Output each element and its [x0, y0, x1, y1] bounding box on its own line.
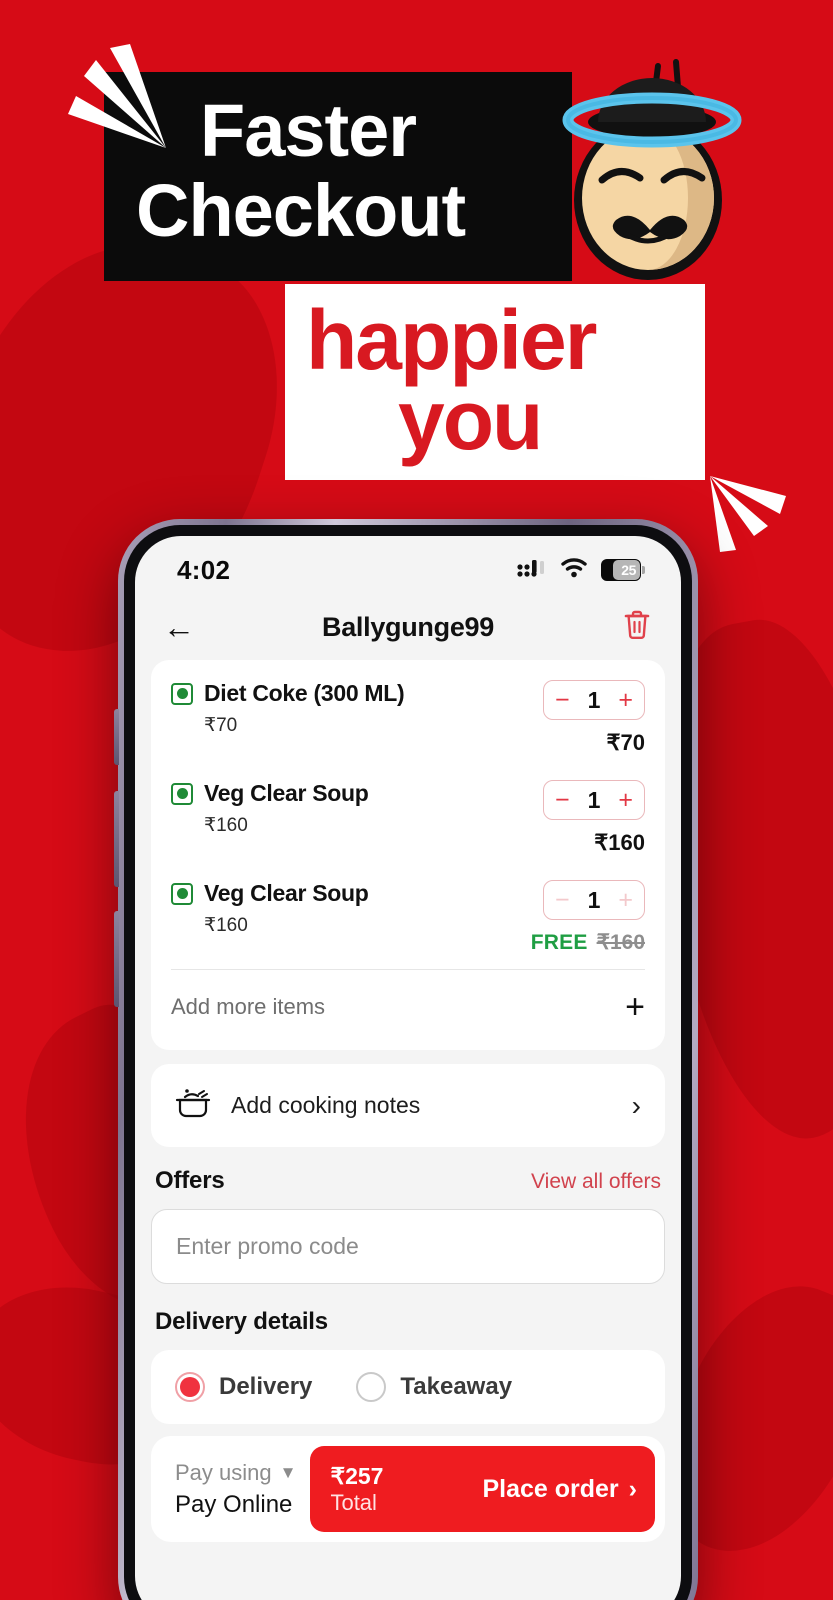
chevron-down-icon[interactable]: ▼: [280, 1464, 297, 1481]
payment-method-selector[interactable]: Pay using ▼ Pay Online: [175, 1460, 296, 1519]
cart-item-struck-price: ₹160: [596, 931, 645, 954]
page-title: Ballygunge99: [322, 611, 494, 642]
veg-indicator-icon: [171, 682, 193, 705]
cart-item-name: Diet Coke (300 ML): [204, 680, 405, 706]
back-arrow-icon[interactable]: ←: [163, 611, 203, 643]
veg-indicator-icon: [171, 882, 193, 905]
delivery-mode-selector: Delivery Takeaway: [151, 1350, 665, 1424]
app-header: ← Ballygunge99: [135, 594, 681, 660]
cart-item: Veg Clear Soup ₹160 − 1 +: [171, 866, 645, 965]
headline-line-2: Checkout: [136, 169, 466, 252]
decrement-button[interactable]: −: [555, 687, 570, 713]
increment-button[interactable]: +: [618, 687, 633, 713]
chef-mascot-icon: [540, 52, 750, 292]
subline-line-2: you: [398, 373, 543, 467]
cart-item-unit-price: ₹70: [204, 715, 238, 736]
phone-mute-switch[interactable]: [114, 709, 119, 765]
phone-screen: 4:02 25 ← Ballygunge99 Diet Coke (300 ML…: [135, 536, 681, 1600]
payment-bar: Pay using ▼ Pay Online ₹257 Total Place …: [151, 1436, 665, 1542]
cart-item: Diet Coke (300 ML) ₹70 − 1 + ₹70: [171, 666, 645, 766]
chevron-right-icon: ›: [628, 1474, 637, 1503]
radio-unselected-icon[interactable]: [356, 1372, 387, 1402]
increment-button: +: [618, 885, 633, 914]
pay-using-label: Pay using: [175, 1459, 272, 1485]
chevron-right-icon[interactable]: ›: [632, 1091, 641, 1120]
wifi-icon: [560, 557, 588, 583]
delivery-details-header: Delivery details: [151, 1302, 665, 1350]
quantity-stepper[interactable]: − 1 +: [543, 780, 645, 820]
status-time: 4:02: [177, 554, 231, 585]
order-total-label: Total: [330, 1489, 377, 1515]
veg-indicator-icon: [171, 782, 193, 805]
promo-creative-canvas: Faster Checkout happier you 4:02 25 ← Ba…: [0, 0, 833, 1600]
burst-svg: [710, 476, 786, 552]
checkout-body: Diet Coke (300 ML) ₹70 − 1 + ₹70 Veg Cle…: [135, 660, 681, 1542]
status-icons: 25: [517, 557, 645, 583]
burst-rays-top-left: [58, 42, 168, 152]
radio-selected-icon[interactable]: [175, 1372, 205, 1402]
cart-card: Diet Coke (300 ML) ₹70 − 1 + ₹70 Veg Cle…: [151, 660, 665, 1050]
phone-volume-up-button[interactable]: [114, 791, 119, 887]
cart-item-unit-price: ₹160: [204, 815, 248, 836]
mascot-svg: [562, 59, 742, 280]
status-bar: 4:02 25: [135, 536, 681, 594]
takeaway-option-label: Takeaway: [400, 1373, 513, 1400]
offers-header: Offers View all offers: [151, 1161, 665, 1209]
plus-icon[interactable]: +: [625, 990, 645, 1024]
cart-item-name: Veg Clear Soup: [204, 780, 369, 806]
promo-code-placeholder: Enter promo code: [176, 1233, 359, 1259]
headline-line-1: Faster: [200, 89, 417, 172]
view-all-offers-link[interactable]: View all offers: [531, 1170, 661, 1194]
burst-svg: [68, 44, 166, 148]
delivery-details-title: Delivery details: [155, 1308, 328, 1335]
quantity-value: 1: [587, 886, 601, 913]
cart-item-unit-price: ₹160: [204, 915, 248, 936]
free-badge: FREE: [530, 931, 588, 954]
quantity-stepper-disabled: − 1 +: [543, 880, 645, 920]
phone-bezel: 4:02 25 ← Ballygunge99 Diet Coke (300 ML…: [124, 525, 692, 1600]
add-more-items-row[interactable]: Add more items +: [171, 970, 645, 1046]
decrement-button: −: [555, 885, 570, 914]
order-total-amount: ₹257: [330, 1463, 384, 1490]
battery-percent-label: 25: [621, 562, 636, 578]
cart-item: Veg Clear Soup ₹160 − 1 +: [171, 766, 645, 866]
battery-tip: [642, 566, 645, 574]
phone-mockup: 4:02 25 ← Ballygunge99 Diet Coke (300 ML…: [114, 519, 698, 1600]
place-order-button[interactable]: ₹257 Total Place order ›: [310, 1446, 655, 1532]
quantity-value: 1: [587, 686, 601, 713]
trash-icon[interactable]: [623, 610, 651, 645]
offers-title: Offers: [155, 1167, 225, 1194]
cart-item-total: ₹160: [594, 830, 645, 855]
cart-item-name: Veg Clear Soup: [204, 880, 369, 906]
cart-item-total: ₹70: [606, 730, 645, 755]
cellular-signal-icon: [517, 558, 547, 583]
battery-icon: 25: [601, 559, 645, 581]
quantity-value: 1: [587, 786, 601, 813]
place-order-label: Place order: [482, 1474, 619, 1503]
add-cooking-notes-row[interactable]: Add cooking notes ›: [151, 1064, 665, 1147]
burst-rays-bottom-right: [700, 470, 790, 560]
payment-mode-value: Pay Online: [175, 1490, 293, 1518]
cooking-pot-icon: [175, 1086, 213, 1125]
phone-volume-down-button[interactable]: [114, 911, 119, 1007]
decrement-button[interactable]: −: [555, 787, 570, 813]
quantity-stepper[interactable]: − 1 +: [543, 680, 645, 720]
cooking-notes-label: Add cooking notes: [231, 1092, 421, 1118]
increment-button[interactable]: +: [618, 787, 633, 813]
promo-code-input[interactable]: Enter promo code: [151, 1209, 665, 1284]
delivery-option-delivery[interactable]: Delivery: [175, 1372, 312, 1402]
delivery-option-label: Delivery: [219, 1373, 313, 1400]
add-more-items-label: Add more items: [171, 994, 326, 1019]
delivery-option-takeaway[interactable]: Takeaway: [356, 1372, 512, 1402]
